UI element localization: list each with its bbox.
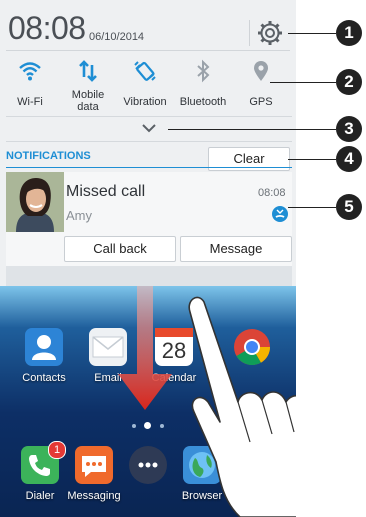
callout-1: 1 (336, 20, 362, 46)
hand-gesture (188, 296, 296, 517)
clock-time: 08:08 (8, 10, 86, 46)
toggle-vibration[interactable]: Vibration (116, 55, 174, 115)
notifications-header: NOTIFICATIONS (6, 150, 91, 162)
leader-line (270, 82, 336, 83)
notification-shade: 08:08 06/10/2014 Wi-Fi Mobile data Vibra… (0, 0, 296, 286)
gear-icon (258, 21, 282, 45)
divider (249, 20, 250, 46)
shade-handle[interactable] (6, 266, 292, 286)
chevron-down-icon (142, 124, 156, 133)
wifi-icon (19, 62, 41, 81)
quick-toggles: Wi-Fi Mobile data Vibration Bluetooth GP… (0, 55, 296, 115)
status-row: 08:08 06/10/2014 (0, 0, 296, 48)
toggle-label: Wi-Fi (17, 96, 43, 108)
divider (6, 167, 292, 168)
leader-line (168, 129, 336, 130)
notification-time: 08:08 (258, 187, 286, 199)
mobile-data-icon (79, 60, 97, 82)
callout-4: 4 (336, 146, 362, 172)
app-label: Contacts (22, 372, 66, 384)
clock-date: 06/10/2014 (89, 31, 145, 43)
app-label: Messaging (67, 490, 121, 502)
callout-3: 3 (336, 116, 362, 142)
leader-line (288, 207, 336, 208)
leader-line (288, 33, 336, 34)
app-drawer-icon (129, 446, 167, 484)
missed-call-notification[interactable]: Missed call Amy 08:08 (6, 172, 292, 232)
notification-badge: 1 (48, 441, 66, 459)
divider (6, 50, 290, 51)
toggle-mobile-data[interactable]: Mobile data (59, 55, 117, 115)
toggle-gps[interactable]: GPS (232, 55, 290, 115)
callout-2: 2 (336, 69, 362, 95)
notification-title: Missed call (66, 183, 146, 200)
vibration-icon (134, 61, 156, 81)
notification-actions: Call back Message (6, 232, 292, 266)
bluetooth-icon (197, 59, 210, 83)
caller-name: Amy (66, 208, 92, 223)
phone-screen: 08:08 06/10/2014 Wi-Fi Mobile data Vibra… (0, 0, 296, 517)
toggle-wifi[interactable]: Wi-Fi (1, 55, 59, 115)
toggle-label: GPS (249, 96, 273, 108)
toggle-label: Vibration (123, 96, 167, 108)
toggle-label: Bluetooth (179, 96, 227, 108)
toggle-label: Mobile data (71, 89, 105, 113)
gps-icon (254, 61, 268, 81)
page-indicator (130, 421, 170, 431)
settings-button[interactable] (256, 19, 284, 47)
leader-line (288, 159, 336, 160)
toggle-bluetooth[interactable]: Bluetooth (174, 55, 232, 115)
messaging-icon (75, 446, 113, 484)
callout-5: 5 (336, 194, 362, 220)
call-back-button[interactable]: Call back (64, 236, 176, 262)
contacts-icon (25, 328, 63, 366)
swipe-arrow (118, 286, 172, 410)
missed-call-icon (272, 206, 288, 222)
avatar (6, 172, 64, 232)
message-button[interactable]: Message (180, 236, 292, 262)
